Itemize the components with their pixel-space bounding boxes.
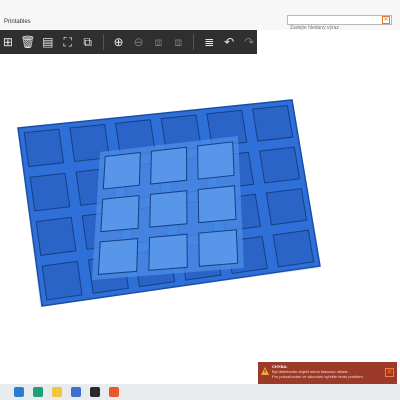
3d-viewport[interactable] <box>0 54 400 374</box>
close-icon[interactable]: ✕ <box>382 16 390 24</box>
model-pocket <box>258 146 301 184</box>
overlay-pocket <box>100 194 140 233</box>
model-pocket <box>23 128 65 168</box>
edge-icon[interactable] <box>33 387 43 397</box>
split-objects-icon[interactable]: ⧈ <box>150 34 166 50</box>
overlay-pocket <box>198 229 239 267</box>
overlay-pocket <box>148 233 188 271</box>
add-instance-icon[interactable]: ⊕ <box>111 34 127 50</box>
window-title: Printables <box>4 19 31 25</box>
start-icon[interactable] <box>14 387 24 397</box>
arrange-icon[interactable]: ⛶ <box>60 34 76 50</box>
notification-line2: Pro pokračování ve slicování vyřešte ten… <box>272 374 364 379</box>
overlay-cells <box>97 141 239 275</box>
overlay-pocket <box>150 146 188 185</box>
overlay-pocket <box>197 185 237 224</box>
split-parts-icon[interactable]: ⧈ <box>170 34 186 50</box>
model-pocket <box>41 260 83 301</box>
add-object-icon[interactable]: ⊞ <box>0 34 16 50</box>
model-pocket <box>29 172 71 212</box>
prusa-slicer-icon[interactable] <box>109 387 119 397</box>
error-notification: CHYBA: Byl detekován objekt mimo tiskovo… <box>258 362 397 384</box>
overlay-pocket <box>102 151 141 190</box>
model-pocket <box>252 105 294 142</box>
delete-icon[interactable]: 🗑 <box>20 34 36 50</box>
overlay-pocket <box>149 190 188 228</box>
toolbar-separator <box>102 34 104 50</box>
toolbar-separator <box>193 34 195 50</box>
layers-editing-icon[interactable]: ≣ <box>201 34 217 50</box>
model-pocket <box>35 216 77 256</box>
model-pocket <box>272 229 315 268</box>
undo-icon[interactable]: ↶ <box>221 34 237 50</box>
app-icon[interactable] <box>90 387 100 397</box>
redo-icon[interactable]: ↷ <box>241 34 257 50</box>
warning-icon <box>261 367 269 375</box>
search-input[interactable] <box>288 24 378 32</box>
notification-close-button[interactable]: ✕ <box>385 368 394 377</box>
overlay-pocket <box>97 238 139 275</box>
viewport-canvas[interactable] <box>0 54 400 374</box>
plater-toolbar: ⊞ 🗑 ▤ ⛶ ⧉ ⊕ ⊖ ⧈ ⧈ ≣ ↶ ↷ <box>0 30 257 54</box>
copy-icon[interactable]: ⧉ <box>80 34 96 50</box>
menu-bar: Printables ✕ <box>0 0 400 32</box>
remove-instance-icon[interactable]: ⊖ <box>131 34 147 50</box>
overlay-pocket <box>197 141 235 180</box>
store-icon[interactable] <box>71 387 81 397</box>
delete-all-icon[interactable]: ▤ <box>40 34 56 50</box>
model-pocket <box>265 188 308 226</box>
taskbar <box>0 384 400 400</box>
search-box[interactable]: ✕ <box>287 15 392 32</box>
explorer-icon[interactable] <box>52 387 62 397</box>
